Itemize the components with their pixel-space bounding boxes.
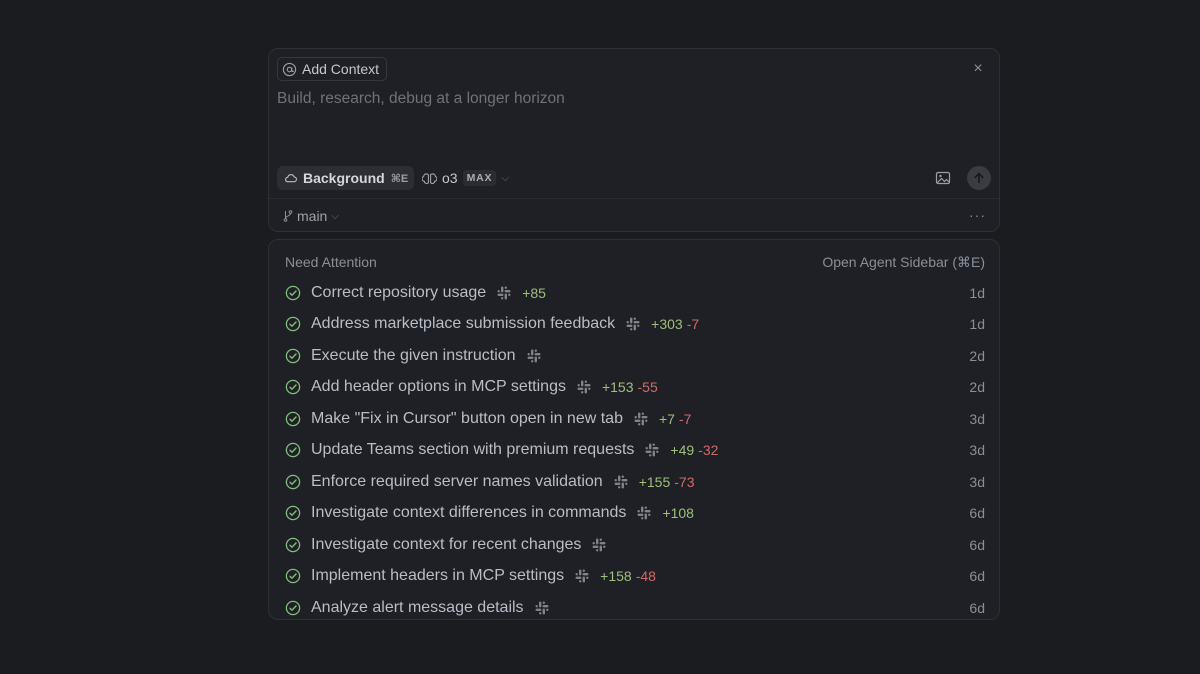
additions-count: +108	[662, 505, 694, 522]
composer-toolbar: Background ⌘E o3 MAX ⌵	[277, 166, 991, 190]
check-circle-icon	[285, 285, 301, 301]
agent-title: Investigate context for recent changes	[311, 535, 582, 553]
branch-name: main	[297, 208, 328, 224]
check-circle-icon	[285, 474, 301, 490]
agent-row[interactable]: Investigate context for recent changes 6d	[285, 529, 985, 561]
slack-icon	[637, 506, 651, 520]
need-attention-heading: Need Attention	[285, 254, 377, 270]
agent-title: Execute the given instruction	[311, 346, 516, 364]
image-icon[interactable]	[935, 170, 951, 186]
check-circle-icon	[285, 568, 301, 584]
slack-icon	[575, 569, 589, 583]
background-mode-shortcut: ⌘E	[390, 172, 409, 185]
check-circle-icon	[285, 379, 301, 395]
agent-title: Enforce required server names validation	[311, 472, 603, 490]
agent-title: Correct repository usage	[311, 283, 487, 301]
model-selector[interactable]: o3 MAX ⌵	[422, 166, 509, 190]
max-badge: MAX	[462, 170, 497, 186]
slack-icon	[645, 443, 659, 457]
check-circle-icon	[285, 316, 301, 332]
deletions-count: -73	[674, 473, 695, 490]
agent-row[interactable]: Address marketplace submission feedback +…	[285, 309, 985, 341]
check-circle-icon	[285, 600, 301, 616]
at-icon	[282, 62, 297, 76]
branch-selector[interactable]: main ⌵	[283, 207, 339, 225]
agent-row[interactable]: Analyze alert message details 6d	[285, 592, 985, 619]
agent-age: 6d	[969, 505, 985, 522]
deletions-count: -7	[678, 410, 692, 427]
check-circle-icon	[285, 442, 301, 458]
divider	[269, 198, 999, 199]
slack-icon	[634, 412, 648, 426]
agent-title: Update Teams section with premium reques…	[311, 441, 635, 459]
additions-count: +155	[638, 473, 671, 490]
background-mode-button[interactable]: Background ⌘E	[277, 166, 415, 190]
open-agent-sidebar-link[interactable]: Open Agent Sidebar (⌘E)	[822, 254, 985, 271]
agent-row[interactable]: Correct repository usage +85 1d	[285, 277, 985, 309]
chevron-down-icon: ⌵	[501, 172, 509, 184]
agent-row[interactable]: Update Teams section with premium reques…	[285, 435, 985, 467]
agent-age: 1d	[969, 316, 985, 333]
background-mode-label: Background	[303, 170, 385, 186]
slack-icon	[614, 475, 628, 489]
close-icon[interactable]: ×	[971, 61, 985, 77]
brain-icon	[422, 172, 437, 184]
need-attention-header: Need Attention Open Agent Sidebar (⌘E)	[285, 254, 985, 272]
agent-row[interactable]: Investigate context differences in comma…	[285, 498, 985, 530]
cloud-icon	[285, 174, 297, 183]
agent-title: Make "Fix in Cursor" button open in new …	[311, 409, 623, 427]
agent-composer: Add Context × Build, research, debug at …	[268, 48, 1000, 232]
agent-row[interactable]: Enforce required server names validation…	[285, 466, 985, 498]
additions-count: +85	[522, 284, 546, 301]
agent-title: Investigate context differences in comma…	[311, 504, 627, 522]
agent-list: Correct repository usage +85 1d Address mar…	[285, 277, 985, 619]
send-button[interactable]	[967, 166, 991, 190]
deletions-count: -32	[698, 442, 719, 459]
deletions-count: -7	[686, 316, 700, 333]
agent-title: Implement headers in MCP settings	[311, 567, 565, 585]
agent-title: Add header options in MCP settings	[311, 378, 566, 396]
agent-row[interactable]: Make "Fix in Cursor" button open in new …	[285, 403, 985, 435]
check-circle-icon	[285, 537, 301, 553]
add-context-label: Add Context	[302, 61, 380, 77]
check-circle-icon	[285, 348, 301, 364]
agent-age: 3d	[969, 442, 985, 459]
model-name: o3	[442, 170, 458, 186]
additions-count: +158	[600, 568, 632, 585]
need-attention-panel: Need Attention Open Agent Sidebar (⌘E) C…	[268, 239, 1000, 620]
additions-count: +303	[651, 316, 683, 333]
agent-age: 2d	[969, 379, 985, 396]
agent-age: 3d	[969, 410, 985, 427]
slack-icon	[592, 538, 606, 552]
agent-age: 6d	[969, 599, 985, 616]
prompt-input[interactable]: Build, research, debug at a longer horiz…	[277, 90, 565, 108]
agent-row[interactable]: Implement headers in MCP settings +158 -48…	[285, 561, 985, 593]
check-circle-icon	[285, 505, 301, 521]
deletions-count: -55	[637, 379, 658, 396]
deletions-count: -48	[635, 568, 656, 585]
slack-icon	[497, 286, 511, 300]
additions-count: +153	[601, 379, 634, 396]
more-icon[interactable]: ···	[969, 207, 986, 223]
slack-icon	[535, 601, 549, 615]
check-circle-icon	[285, 411, 301, 427]
agent-title: Address marketplace submission feedback	[311, 315, 616, 333]
add-context-button[interactable]: Add Context	[277, 57, 388, 81]
additions-count: +7	[658, 410, 675, 427]
agent-age: 3d	[969, 473, 985, 490]
agent-row[interactable]: Execute the given instruction 2d	[285, 340, 985, 372]
slack-icon	[626, 317, 640, 331]
agent-row[interactable]: Add header options in MCP settings +153 -5…	[285, 372, 985, 404]
agent-age: 1d	[969, 284, 985, 301]
arrow-up-icon	[974, 172, 984, 184]
git-branch-icon	[283, 210, 293, 222]
additions-count: +49	[670, 442, 695, 459]
chevron-down-icon: ⌵	[331, 210, 339, 222]
slack-icon	[527, 349, 541, 363]
agent-age: 6d	[969, 568, 985, 585]
agent-title: Analyze alert message details	[311, 598, 524, 616]
agent-age: 6d	[969, 536, 985, 553]
agent-age: 2d	[969, 347, 985, 364]
slack-icon	[577, 380, 591, 394]
